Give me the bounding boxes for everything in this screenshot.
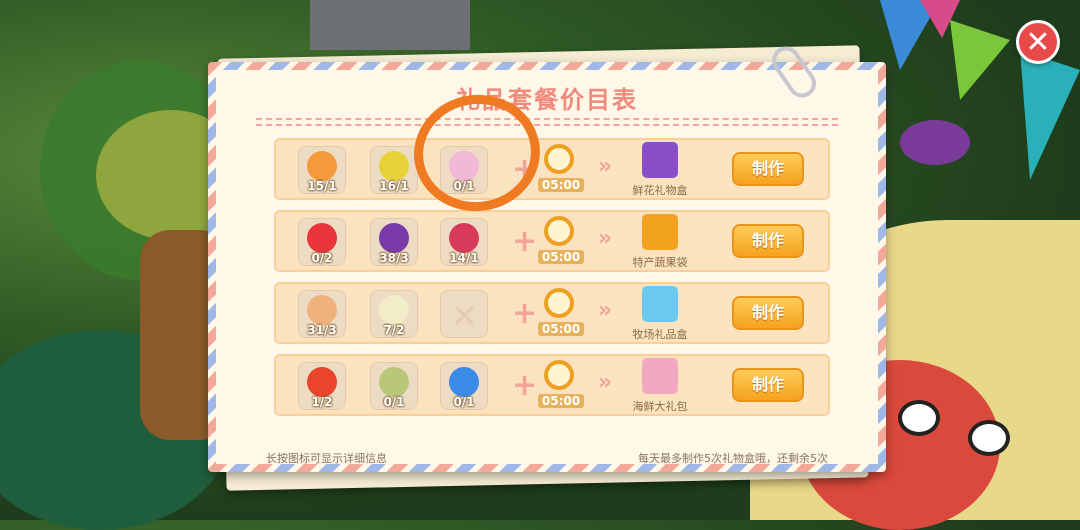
ingredient-count: 38/3 <box>379 251 409 265</box>
double-arrow-icon: » <box>598 226 612 251</box>
ingredient-slot[interactable]: 15/1 <box>298 146 346 194</box>
ingredient-slot[interactable]: 0/2 <box>298 218 346 266</box>
alarm-clock-icon <box>544 288 574 318</box>
gift-box-icon[interactable] <box>642 214 678 250</box>
strawberry-icon <box>307 223 337 253</box>
ingredient-count: 14/1 <box>449 251 479 265</box>
recipe-row: 15/1 16/1 0/1 +05:00» 鲜花礼物盒 制作 <box>274 138 830 200</box>
divider <box>256 124 838 126</box>
plus-icon: + <box>512 224 538 259</box>
alarm-clock-icon <box>544 144 574 174</box>
craft-time: 05:00 <box>538 322 584 336</box>
daily-limit-text: 每天最多制作5次礼物盒哦，还剩余5次 <box>638 452 828 465</box>
ingredient-count: 0/2 <box>311 251 333 265</box>
ingredient-count: 15/1 <box>307 179 337 193</box>
alarm-clock-icon <box>544 216 574 246</box>
background-eye <box>898 400 940 436</box>
ingredient-slot[interactable]: 7/2 <box>370 290 418 338</box>
plus-icon: + <box>512 368 538 403</box>
close-icon: ✕ <box>1025 24 1051 60</box>
double-arrow-icon: » <box>598 370 612 395</box>
alarm-clock-icon <box>544 360 574 390</box>
ingredient-count: 1/2 <box>311 395 333 409</box>
ingredient-count: 16/1 <box>379 179 409 193</box>
gift-name: 特产蔬果袋 <box>632 256 688 269</box>
ingredient-count: 0/1 <box>453 395 475 409</box>
fish-icon <box>379 367 409 397</box>
close-button[interactable]: ✕ <box>1016 20 1060 64</box>
yellow-flowers-icon <box>379 151 409 181</box>
divider <box>256 118 838 120</box>
ingredient-slot[interactable]: 38/3 <box>370 218 418 266</box>
ingredient-slot[interactable]: ✕ <box>440 290 488 338</box>
background-eye <box>968 420 1010 456</box>
ingredient-slot[interactable]: 1/2 <box>298 362 346 410</box>
gift-box-icon[interactable] <box>642 358 678 394</box>
make-button[interactable]: 制作 <box>732 152 804 186</box>
lobster-icon <box>307 367 337 397</box>
double-arrow-icon: » <box>598 298 612 323</box>
make-button[interactable]: 制作 <box>732 368 804 402</box>
craft-time: 05:00 <box>538 178 584 192</box>
ingredient-slot[interactable]: 14/1 <box>440 218 488 266</box>
eggs-icon <box>307 295 337 325</box>
ingredient-count: 31/3 <box>307 323 337 337</box>
make-button[interactable]: 制作 <box>732 224 804 258</box>
panel-title: 礼品套餐价目表 <box>456 86 638 114</box>
eggplant-icon <box>379 223 409 253</box>
gift-name: 鲜花礼物盒 <box>632 184 688 197</box>
hibiscus-flower-icon <box>307 151 337 181</box>
recipe-row: 1/2 0/1 0/1 +05:00 » 海鲜大礼包 制作 <box>274 354 830 416</box>
empty-slot-icon: ✕ <box>451 297 478 335</box>
white-eggs-icon <box>379 295 409 325</box>
ingredient-count: 7/2 <box>383 323 405 337</box>
make-button[interactable]: 制作 <box>732 296 804 330</box>
recipe-row: 31/3 7/2 ✕ +05:00 » 牧场礼品盒 制作 <box>274 282 830 344</box>
background-wall <box>310 0 470 50</box>
plus-icon: + <box>512 296 538 331</box>
hint-text: 长按图标可显示详细信息 <box>266 452 387 465</box>
gift-box-icon[interactable] <box>642 142 678 178</box>
gift-box-icon[interactable] <box>642 286 678 322</box>
recipe-row: 0/2 38/3 14/1 +05:00 » 特产蔬果袋 制作 <box>274 210 830 272</box>
blue-fish-icon <box>449 367 479 397</box>
gift-price-panel: 礼品套餐价目表 15/1 16/1 0/1 +05:00» 鲜花礼物盒 制作 0/2 38/3… <box>208 62 886 472</box>
gift-name: 牧场礼品盒 <box>632 328 688 341</box>
craft-time: 05:00 <box>538 250 584 264</box>
dragon-fruit-icon <box>449 223 479 253</box>
double-arrow-icon: » <box>598 154 612 179</box>
ingredient-slot[interactable]: 16/1 <box>370 146 418 194</box>
ingredient-slot[interactable]: 31/3 <box>298 290 346 338</box>
ingredient-slot[interactable]: 0/1 <box>440 362 488 410</box>
gift-name: 海鲜大礼包 <box>632 400 688 413</box>
ingredient-count: 0/1 <box>383 395 405 409</box>
craft-time: 05:00 <box>538 394 584 408</box>
ingredient-slot[interactable]: 0/1 <box>370 362 418 410</box>
